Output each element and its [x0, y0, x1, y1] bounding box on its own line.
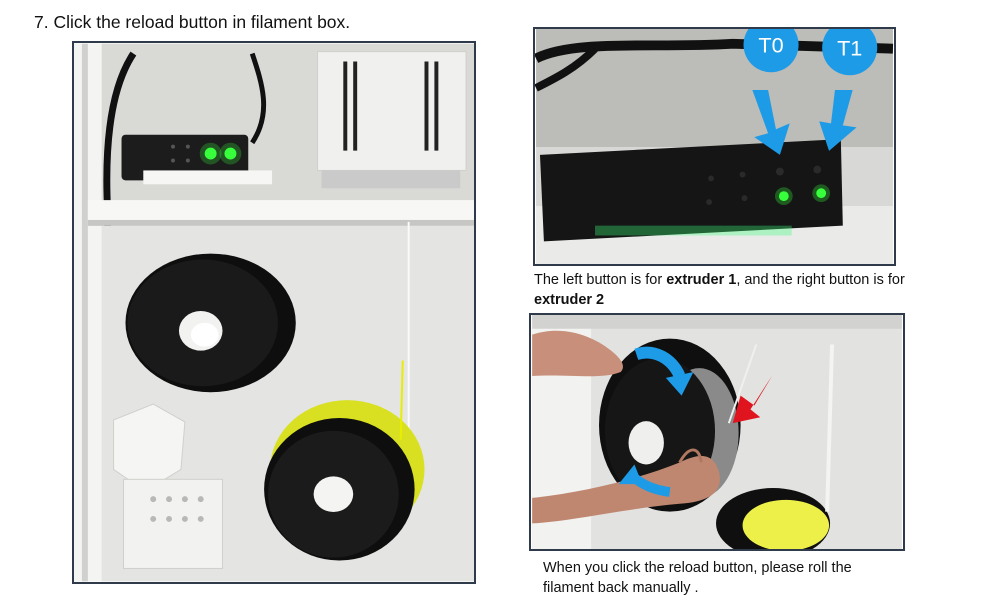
- cabinet-photo: [72, 41, 476, 584]
- step-title: 7. Click the reload button in filament b…: [34, 12, 351, 32]
- button-box-caption: The left button is for extruder 1, and t…: [534, 272, 905, 308]
- manual-roll-photo: [529, 313, 905, 551]
- button-box-photo: T0 T1: [533, 27, 896, 266]
- manual-caption-line-2: filament back manually .: [543, 580, 699, 596]
- black-filament-spool: [125, 253, 296, 393]
- extruder-1-text: extruder 1: [666, 272, 737, 288]
- manual-roll-caption: When you click the reload button, please…: [543, 558, 903, 598]
- extruder-2-text: extruder 2: [534, 292, 605, 308]
- t0-label: T0: [758, 33, 783, 58]
- t1-label: T1: [837, 36, 862, 61]
- reload-button-box: [539, 139, 843, 242]
- manual-caption-line-1: When you click the reload button, please…: [543, 560, 852, 576]
